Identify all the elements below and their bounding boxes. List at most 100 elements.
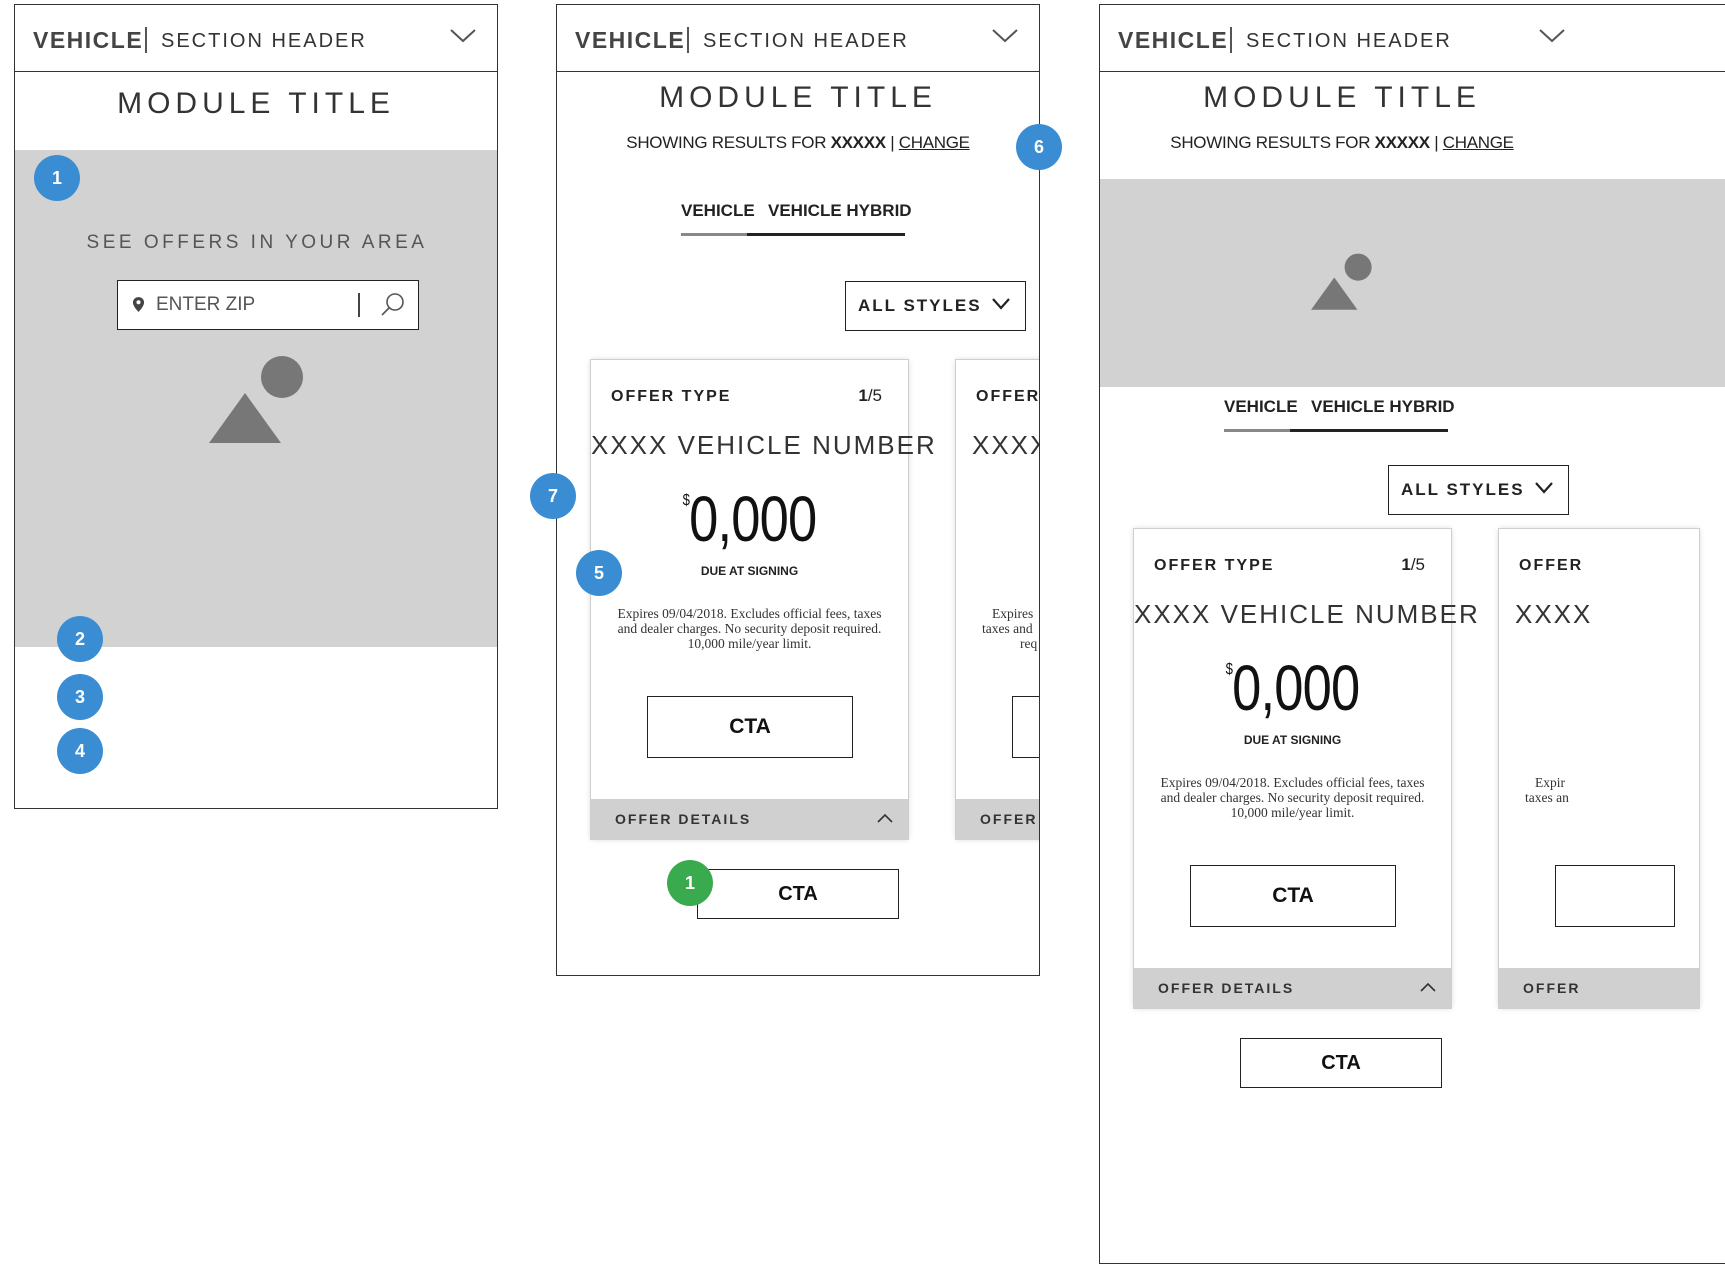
offer-type: OFFER TYPE bbox=[1154, 557, 1275, 574]
image-placeholder-icon bbox=[209, 356, 303, 443]
showing-prefix: SHOWING RESULTS FOR bbox=[626, 133, 831, 152]
offer-card-peek[interactable]: OFFER XXXX Expires taxes and req OFFER D bbox=[956, 360, 1040, 839]
offer-index: 1 bbox=[858, 386, 868, 405]
hero-image-panel bbox=[1100, 179, 1725, 387]
showing-results: SHOWING RESULTS FOR XXXXX | CHANGE bbox=[1100, 133, 1584, 153]
offer-details-label: OFFER DETAILS bbox=[1158, 980, 1295, 996]
section-header[interactable]: VEHICLE SECTION HEADER bbox=[1100, 5, 1725, 72]
offer-disclaimer-line: req bbox=[1020, 636, 1038, 651]
cta-button[interactable]: CTA bbox=[1240, 1038, 1442, 1088]
offer-details-toggle[interactable]: OFFER DETAILS bbox=[591, 799, 908, 839]
change-link[interactable]: CHANGE bbox=[899, 133, 970, 152]
chevron-up-icon bbox=[1420, 982, 1436, 992]
zip-input[interactable]: ENTER ZIP bbox=[117, 280, 419, 330]
tab-vehicle-hybrid[interactable]: VEHICLE HYBRID bbox=[768, 201, 912, 221]
price-value: 0,000 bbox=[689, 483, 817, 555]
card-cta-button[interactable] bbox=[1555, 865, 1675, 927]
tab-vehicle[interactable]: VEHICLE bbox=[681, 201, 755, 221]
section-header[interactable]: VEHICLE SECTION HEADER bbox=[15, 5, 497, 72]
vehicle-number: XXXX VEHICLE NUMBER bbox=[1134, 599, 1480, 629]
change-link[interactable]: CHANGE bbox=[1443, 133, 1514, 152]
annotation-badge-4: 4 bbox=[57, 728, 103, 774]
showing-zip: XXXXX bbox=[1374, 133, 1431, 152]
annotation-badge-6: 6 bbox=[1016, 124, 1062, 170]
annotation-badge-green-1: 1 bbox=[667, 860, 713, 906]
see-offers-text: SEE OFFERS IN YOUR AREA bbox=[86, 232, 428, 253]
chevron-down-icon[interactable] bbox=[1538, 25, 1566, 45]
offer-disclaimer: Expires 09/04/2018. Excludes official fe… bbox=[617, 606, 882, 651]
offer-details-label: OFFER DETAILS bbox=[615, 811, 752, 827]
offer-type: OFFER bbox=[976, 388, 1040, 405]
offer-disclaimer-line: taxes and bbox=[982, 621, 1033, 636]
zip-divider bbox=[358, 293, 360, 317]
due-at-signing: DUE AT SIGNING bbox=[1243, 733, 1342, 747]
image-placeholder-icon bbox=[1311, 253, 1372, 310]
offer-disclaimer-line: Expires bbox=[992, 606, 1034, 621]
location-pin-icon bbox=[132, 297, 145, 312]
vehicle-tabs: VEHICLE VEHICLE HYBRID bbox=[681, 201, 912, 237]
module-title: MODULE TITLE bbox=[659, 81, 937, 114]
showing-results: SHOWING RESULTS FOR XXXXX | CHANGE bbox=[557, 133, 1039, 153]
card-cta-button[interactable] bbox=[1012, 696, 1039, 758]
tab-underline bbox=[1224, 429, 1292, 432]
zip-hero-panel: SEE OFFERS IN YOUR AREA ENTER ZIP bbox=[15, 150, 497, 647]
offer-details-toggle[interactable]: OFFER D bbox=[956, 799, 1039, 839]
annotation-badge-1: 1 bbox=[34, 155, 80, 201]
offer-details-toggle[interactable]: OFFER bbox=[1499, 968, 1699, 1008]
price-value: 0,000 bbox=[1232, 652, 1360, 724]
chevron-down-icon bbox=[1535, 482, 1553, 494]
styles-select-value: ALL STYLES bbox=[1401, 480, 1525, 499]
chevron-down-icon[interactable] bbox=[449, 25, 477, 45]
header-brand: VEHICLE bbox=[575, 27, 686, 53]
header-brand: VEHICLE bbox=[33, 27, 144, 53]
tab-vehicle[interactable]: VEHICLE bbox=[1224, 397, 1298, 417]
offer-total: /5 bbox=[867, 386, 882, 405]
header-divider bbox=[145, 27, 147, 53]
offer-disclaimer: Expires 09/04/2018. Excludes official fe… bbox=[1160, 775, 1425, 820]
tab-vehicle-hybrid[interactable]: VEHICLE HYBRID bbox=[1311, 397, 1455, 417]
vehicle-number: XXXX bbox=[972, 430, 1039, 460]
card-cta-button[interactable]: CTA bbox=[1190, 865, 1396, 927]
due-at-signing: DUE AT SIGNING bbox=[700, 564, 799, 578]
showing-prefix: SHOWING RESULTS FOR bbox=[1170, 133, 1375, 152]
annotation-badge-2: 2 bbox=[57, 616, 103, 662]
currency-symbol: $ bbox=[682, 492, 690, 509]
vehicle-number: XXXX VEHICLE NUMBER bbox=[591, 430, 937, 460]
offer-card-peek[interactable]: OFFER XXXX Expir taxes an OFFER bbox=[1499, 529, 1699, 1008]
offer-type: OFFER bbox=[1519, 557, 1584, 574]
offer-details-label: OFFER bbox=[1523, 980, 1581, 996]
annotation-badge-3: 3 bbox=[57, 674, 103, 720]
chevron-down-icon[interactable] bbox=[991, 25, 1019, 45]
offer-details-label: OFFER D bbox=[980, 811, 1039, 827]
offer-card: OFFER TYPE 1/5 XXXX VEHICLE NUMBER $0,00… bbox=[591, 360, 937, 839]
offer-total: /5 bbox=[1410, 555, 1425, 574]
showing-zip: XXXXX bbox=[830, 133, 887, 152]
offer-disclaimer-line: Expir bbox=[1535, 775, 1565, 790]
vehicle-number: XXXX bbox=[1515, 599, 1593, 629]
header-brand: VEHICLE bbox=[1118, 27, 1229, 53]
chevron-down-icon bbox=[992, 298, 1010, 310]
styles-select[interactable]: ALL STYLES bbox=[1388, 465, 1569, 515]
header-section-title: SECTION HEADER bbox=[161, 30, 367, 52]
wireframe-offers-carousel: VEHICLE SECTION HEADER MODULE TITLE SHOW… bbox=[556, 4, 1040, 976]
cta-button[interactable]: CTA bbox=[697, 869, 899, 919]
section-header[interactable]: VEHICLE SECTION HEADER bbox=[557, 5, 1039, 72]
tab-underline-active bbox=[747, 233, 905, 236]
tab-underline-active bbox=[1290, 429, 1448, 432]
styles-select[interactable]: ALL STYLES bbox=[845, 281, 1026, 331]
search-icon[interactable] bbox=[380, 292, 406, 318]
offer-disclaimer-line: taxes an bbox=[1525, 790, 1569, 805]
header-section-title: SECTION HEADER bbox=[1246, 30, 1452, 52]
annotation-badge-7: 7 bbox=[530, 473, 576, 519]
offer-counter: 1/5 bbox=[858, 386, 882, 406]
module-title: MODULE TITLE bbox=[1203, 81, 1481, 114]
tab-underline bbox=[681, 233, 749, 236]
showing-separator: | bbox=[1429, 133, 1443, 152]
wireframe-offers-with-image: VEHICLE SECTION HEADER MODULE TITLE SHOW… bbox=[1099, 4, 1725, 1264]
offer-details-toggle[interactable]: OFFER DETAILS bbox=[1134, 968, 1451, 1008]
offer-type: OFFER TYPE bbox=[611, 388, 732, 405]
card-cta-button[interactable]: CTA bbox=[647, 696, 853, 758]
currency-symbol: $ bbox=[1225, 661, 1233, 678]
header-divider bbox=[1230, 27, 1232, 53]
zip-placeholder: ENTER ZIP bbox=[156, 294, 256, 315]
